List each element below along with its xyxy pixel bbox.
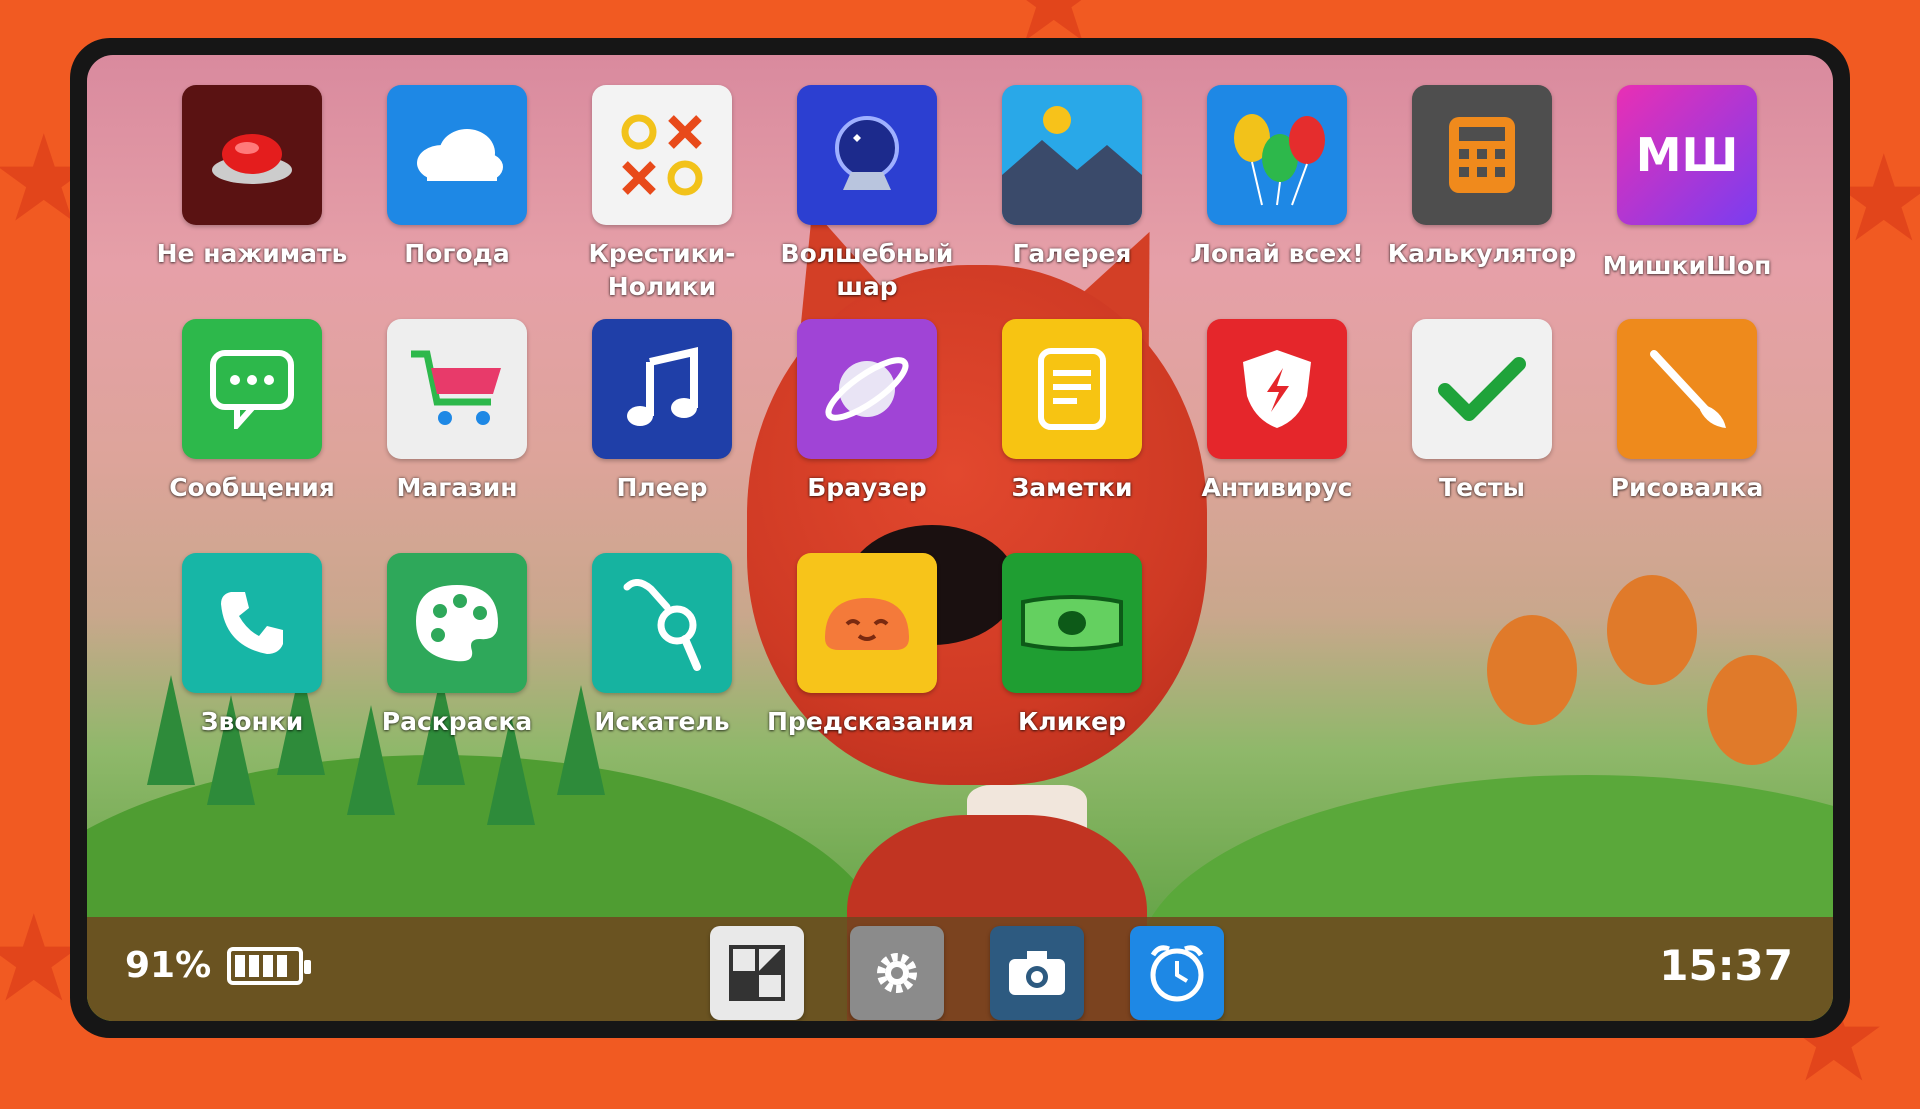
battery-icon xyxy=(227,947,311,985)
balloons-icon xyxy=(1207,85,1347,225)
notes-icon xyxy=(1002,319,1142,459)
app-label: Галерея xyxy=(1012,239,1132,268)
app-label: Искатель xyxy=(594,707,730,736)
search-hand-icon xyxy=(592,553,732,693)
clock-time: 15:37 xyxy=(1659,941,1793,990)
battery-percentage: 91% xyxy=(125,945,212,986)
palette-icon xyxy=(387,553,527,693)
camera-icon xyxy=(1009,951,1065,995)
app-iskatel[interactable]: Искатель xyxy=(562,553,762,738)
tic-tac-toe-icon xyxy=(592,85,732,225)
app-mishki-shop[interactable]: МШ МишкиШоп xyxy=(1587,85,1787,282)
battery-level xyxy=(235,955,290,977)
app-label: Заметки xyxy=(1011,473,1133,502)
app-zvonki[interactable]: Звонки xyxy=(152,553,352,738)
app-grid-icon xyxy=(729,945,785,1001)
app-label: Звонки xyxy=(200,707,304,736)
magic-ball-icon xyxy=(797,85,937,225)
app-label: Калькулятор xyxy=(1387,239,1577,268)
happy-face-icon xyxy=(797,553,937,693)
app-label: Погода xyxy=(404,239,510,268)
app-label: Раскраска xyxy=(381,707,533,736)
checkmark-icon xyxy=(1412,319,1552,459)
app-ne-nazhimat[interactable]: Не нажимать xyxy=(152,85,352,270)
home-screen: Не нажимать Погода Крестики-Нолики Волше… xyxy=(87,55,1833,1021)
alarm-clock-icon xyxy=(1150,945,1204,1002)
app-label: МишкиШоп xyxy=(1602,251,1772,280)
chat-bubble-icon xyxy=(182,319,322,459)
app-label: Кликер xyxy=(1017,707,1127,736)
app-antivirus[interactable]: Антивирус xyxy=(1177,319,1377,504)
app-label: Крестики-Нолики xyxy=(588,239,736,301)
app-risovalka[interactable]: Рисовалка xyxy=(1587,319,1787,504)
shield-icon xyxy=(1207,319,1347,459)
app-label: Волшебный шар xyxy=(780,239,954,301)
red-button-icon xyxy=(182,85,322,225)
app-soobscheniya[interactable]: Сообщения xyxy=(152,319,352,504)
paint-brush-icon xyxy=(1617,319,1757,459)
shopping-cart-icon xyxy=(387,319,527,459)
app-label: Не нажимать xyxy=(156,239,348,268)
app-label: Сообщения xyxy=(169,473,335,502)
app-label: Лопай всех! xyxy=(1190,239,1364,268)
app-lopay-vseh[interactable]: Лопай всех! xyxy=(1177,85,1377,270)
app-label: Антивирус xyxy=(1201,473,1353,502)
app-zametki[interactable]: Заметки xyxy=(972,319,1172,504)
mountain-picture-icon xyxy=(1002,85,1142,225)
app-raskraska[interactable]: Раскраска xyxy=(357,553,557,738)
money-bill-icon xyxy=(1002,553,1142,693)
app-label: Предсказания xyxy=(767,707,974,736)
app-pleer[interactable]: Плеер xyxy=(562,319,762,504)
calculator-icon xyxy=(1412,85,1552,225)
app-kliker[interactable]: Кликер xyxy=(972,553,1172,738)
app-magazin[interactable]: Магазин xyxy=(357,319,557,504)
alarm-clock-button[interactable] xyxy=(1130,926,1224,1020)
app-volshebny-shar[interactable]: Волшебный шар xyxy=(767,85,967,303)
app-label: Рисовалка xyxy=(1610,473,1764,502)
gear-icon xyxy=(877,953,917,993)
planet-icon xyxy=(797,319,937,459)
app-label: Тесты xyxy=(1439,473,1525,502)
app-label: Плеер xyxy=(616,473,708,502)
cloud-icon xyxy=(387,85,527,225)
camera-button[interactable] xyxy=(990,926,1084,1020)
app-label: Магазин xyxy=(396,473,518,502)
dock-bar: 91% 15:37 xyxy=(87,917,1833,1021)
app-testy[interactable]: Тесты xyxy=(1382,319,1582,504)
app-grid-button[interactable] xyxy=(710,926,804,1020)
settings-button[interactable] xyxy=(850,926,944,1020)
phone-icon xyxy=(182,553,322,693)
app-pogoda[interactable]: Погода xyxy=(357,85,557,270)
app-brauzer[interactable]: Браузер xyxy=(767,319,967,504)
mishki-shop-logo-icon: МШ xyxy=(1617,85,1757,225)
app-predskazaniya[interactable]: Предсказания xyxy=(767,553,974,738)
app-label: Браузер xyxy=(807,473,927,502)
tablet-device: Не нажимать Погода Крестики-Нолики Волше… xyxy=(70,38,1850,1038)
app-galereya[interactable]: Галерея xyxy=(972,85,1172,270)
music-note-icon xyxy=(592,319,732,459)
app-krestiki-noliki[interactable]: Крестики-Нолики xyxy=(562,85,762,303)
app-kalkulyator[interactable]: Калькулятор xyxy=(1382,85,1582,270)
